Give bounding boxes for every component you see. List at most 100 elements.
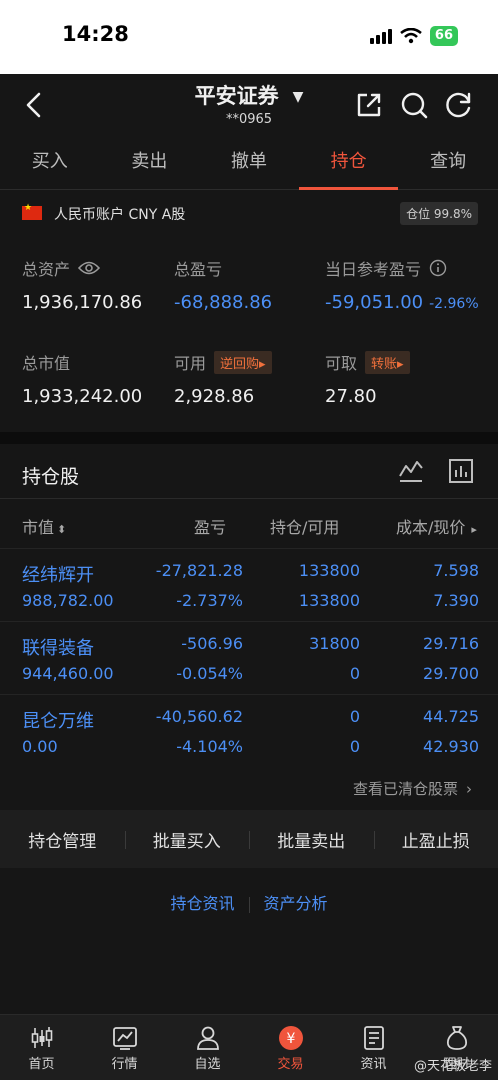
col-pl: 盈亏 (194, 518, 227, 537)
nav-watchlist[interactable]: 自选 (166, 1015, 249, 1080)
broker-title: 平安证券 (194, 84, 279, 108)
transfer-link[interactable]: 转账▸ (365, 350, 410, 374)
stock-pl: -506.96 (181, 634, 243, 653)
stock-price: 29.700 (423, 664, 479, 683)
reverse-repo-link[interactable]: 逆回购▸ (214, 350, 272, 374)
stock-market-value: 988,782.00 (22, 591, 114, 610)
tab-cancel[interactable]: 撤单 (199, 138, 299, 189)
withdrawable: 可取 转账▸ 27.80 (325, 350, 410, 407)
stock-avail: 133800 (298, 591, 360, 610)
divider (0, 498, 498, 499)
nav-home[interactable]: 首页 (0, 1015, 83, 1080)
batch-buy-button[interactable]: 批量买入 (124, 827, 250, 852)
total-assets: 总资产 1,936,170.86 (22, 256, 142, 313)
stock-hold: 0 (349, 707, 360, 726)
col-hold-avail: 持仓/可用 (270, 518, 340, 537)
stock-price: 7.390 (433, 591, 479, 610)
holding-news-link[interactable]: 持仓资讯 (170, 894, 234, 913)
stock-pl-pct: -4.104% (176, 737, 243, 756)
nav-bar: 平安证券 ▼ **0965 (0, 74, 498, 138)
take-profit-stop-loss-button[interactable]: 止盈止损 (373, 827, 498, 852)
day-pl-pct: -2.96% (429, 296, 479, 312)
total-assets-label: 总资产 (22, 260, 71, 279)
tab-buy[interactable]: 买入 (0, 138, 100, 189)
col-market-value[interactable]: 市值 ⬍ (22, 514, 66, 538)
section-divider (0, 432, 498, 444)
stock-name: 联得装备 (22, 638, 94, 659)
stock-market-value: 944,460.00 (22, 664, 114, 683)
money-bag-icon (446, 1026, 467, 1050)
info-icon[interactable] (429, 259, 447, 277)
document-icon (363, 1026, 384, 1050)
status-bar: 14:28 66 (0, 0, 498, 74)
chevron-right-icon: › (466, 780, 472, 798)
holding-row[interactable]: 经纬辉开 988,782.00 -27,821.28 -2.737% 13380… (0, 548, 498, 620)
position-manage-button[interactable]: 持仓管理 (0, 827, 125, 852)
stock-cost: 7.598 (433, 561, 479, 580)
available-value: 2,928.86 (174, 386, 255, 407)
divider (248, 896, 250, 913)
position-badge: 仓位 99.8% (400, 202, 478, 225)
total-pl-label: 总盈亏 (174, 260, 223, 279)
tab-query[interactable]: 查询 (398, 138, 498, 189)
action-bar: 持仓管理 批量买入 批量卖出 止盈止损 (0, 810, 498, 868)
china-flag-icon (22, 203, 42, 220)
stock-cost: 29.716 (423, 634, 479, 653)
nav-news[interactable]: 资讯 (332, 1015, 415, 1080)
withdrawable-value: 27.80 (325, 386, 377, 407)
nav-market[interactable]: 行情 (83, 1015, 166, 1080)
nav-trade[interactable]: ¥ 交易 (249, 1015, 332, 1080)
holding-row[interactable]: 联得装备 944,460.00 -506.96 -0.054% 31800 0 … (0, 621, 498, 693)
withdrawable-label: 可取 (325, 354, 358, 373)
market-chart-icon (112, 1027, 137, 1050)
stock-pl: -40,560.62 (155, 707, 243, 726)
cleared-stocks-link[interactable]: 查看已清仓股票 › (353, 778, 472, 799)
total-pl-value: -68,888.86 (174, 292, 273, 313)
market-value-value: 1,933,242.00 (22, 386, 143, 407)
watermark: @天花板老李 (413, 1059, 492, 1074)
available-cash: 可用 逆回购▸ 2,928.86 (174, 350, 272, 407)
day-pl-label: 当日参考盈亏 (325, 260, 422, 279)
status-time: 14:28 (62, 22, 129, 46)
bar-chart-icon[interactable] (448, 458, 474, 484)
candlestick-icon (31, 1027, 52, 1048)
batch-sell-button[interactable]: 批量卖出 (249, 827, 374, 852)
battery-icon: 66 (429, 26, 458, 46)
available-label: 可用 (174, 354, 207, 373)
signal-icon (369, 28, 392, 44)
day-pl-value: -59,051.00 (325, 292, 424, 313)
market-value: 总市值 1,933,242.00 (22, 350, 142, 407)
holdings-title: 持仓股 (22, 466, 80, 488)
stock-hold: 31800 (309, 634, 360, 653)
status-icons: 66 (369, 26, 458, 46)
svg-text:¥: ¥ (286, 1031, 295, 1047)
share-icon[interactable] (354, 90, 384, 120)
trend-chart-icon[interactable] (398, 458, 424, 484)
sort-icon: ⬍ (57, 523, 67, 536)
caret-down-icon: ▼ (292, 89, 304, 105)
stock-name: 经纬辉开 (22, 565, 94, 586)
market-value-label: 总市值 (22, 354, 71, 373)
tab-holdings[interactable]: 持仓 (298, 138, 399, 190)
wifi-icon (400, 28, 422, 44)
total-pl: 总盈亏 -68,888.86 (174, 256, 272, 313)
stock-market-value: 0.00 (22, 737, 58, 756)
stock-name: 昆仑万维 (22, 711, 94, 732)
total-assets-value: 1,936,170.86 (22, 292, 143, 313)
asset-analysis-link[interactable]: 资产分析 (264, 894, 328, 913)
stock-pl-pct: -0.054% (176, 664, 243, 683)
tab-sell[interactable]: 卖出 (100, 138, 200, 189)
chevron-right-icon: ▸ (471, 523, 477, 536)
holding-row[interactable]: 昆仑万维 0.00 -40,560.62 -4.104% 0 0 44.725 … (0, 694, 498, 766)
account-row: 人民币账户 CNY A股 仓位 99.8% (22, 202, 478, 226)
refresh-icon[interactable] (444, 90, 474, 120)
stock-pl: -27,821.28 (155, 561, 243, 580)
stock-pl-pct: -2.737% (176, 591, 243, 610)
account-label: 人民币账户 CNY A股 (54, 207, 186, 223)
stock-avail: 0 (349, 737, 360, 756)
stock-cost: 44.725 (423, 707, 479, 726)
search-icon[interactable] (399, 90, 429, 120)
eye-icon[interactable] (78, 261, 101, 275)
day-pl: 当日参考盈亏 -59,051.00 -2.96% (325, 256, 479, 313)
col-cost-price[interactable]: 成本/现价 ▸ (396, 514, 477, 538)
